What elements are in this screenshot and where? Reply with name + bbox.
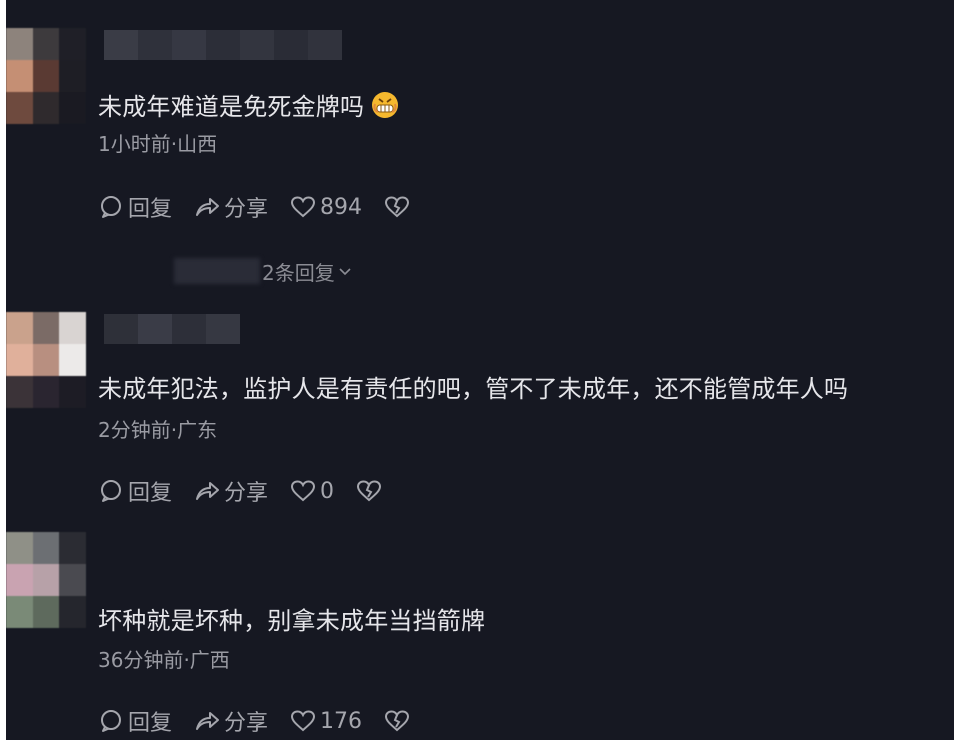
comment-meta: 2分钟前·广东 xyxy=(98,418,218,442)
reply-bubble-icon xyxy=(101,196,121,218)
dislike-button[interactable] xyxy=(356,478,382,504)
avatar-mosaic-cell xyxy=(59,344,86,376)
avatar-mosaic-cell xyxy=(32,532,60,564)
comment-actions: 回复 分享 176 xyxy=(98,706,432,736)
username-mosaic-cell xyxy=(206,314,240,344)
like-button[interactable]: 0 xyxy=(290,478,334,504)
avatar-mosaic-cell xyxy=(6,28,33,60)
share-button[interactable]: 分享 xyxy=(194,191,268,223)
avatar[interactable] xyxy=(6,532,86,628)
username-mosaic-cell xyxy=(240,30,274,60)
avatar-mosaic-cell xyxy=(59,564,86,596)
avatar-mosaic-cell xyxy=(6,92,33,124)
comment-meta: 1小时前·山西 xyxy=(98,132,218,156)
comment-meta: 36分钟前·广西 xyxy=(98,648,230,672)
avatar-mosaic-cell xyxy=(59,532,86,564)
comment-actions: 回复 分享 0 xyxy=(98,476,404,506)
username-mosaic-cell xyxy=(274,30,308,60)
comment-screen: 未成年难道是免死金牌吗 1小时前·山西 回复 分享 894 2条回复 未成年犯法… xyxy=(6,0,954,740)
dislike-button[interactable] xyxy=(384,194,410,220)
heart-icon xyxy=(291,196,316,218)
avatar-mosaic-cell xyxy=(32,376,60,408)
avatar-mosaic-cell xyxy=(6,60,33,92)
share-button[interactable]: 分享 xyxy=(194,705,268,737)
avatar-mosaic-cell xyxy=(32,28,60,60)
username-mosaic-cell xyxy=(104,314,138,344)
broken-heart-icon xyxy=(385,710,410,732)
username-mosaic-cell xyxy=(138,30,172,60)
grimacing-emoji-icon xyxy=(370,90,400,120)
share-arrow-icon xyxy=(196,198,220,216)
avatar-mosaic-cell xyxy=(59,312,86,344)
avatar[interactable] xyxy=(6,312,86,408)
username-mosaic-cell xyxy=(206,30,240,60)
like-count: 894 xyxy=(320,194,363,220)
avatar-mosaic-cell xyxy=(59,596,86,628)
avatar-mosaic-cell xyxy=(59,92,86,124)
avatar-mosaic-cell xyxy=(6,596,33,628)
reply-bubble-icon xyxy=(101,480,121,502)
avatar-mosaic-cell xyxy=(59,376,86,408)
heart-icon xyxy=(291,710,316,732)
username-blurred[interactable] xyxy=(104,314,240,344)
like-count: 176 xyxy=(320,708,363,734)
avatar-mosaic-cell xyxy=(32,344,60,376)
avatar-mosaic-cell xyxy=(32,596,60,628)
avatar-mosaic-cell xyxy=(6,532,33,564)
comment-text: 未成年犯法，监护人是有责任的吧，管不了未成年，还不能管成年人吗 xyxy=(98,375,849,403)
share-arrow-icon xyxy=(196,482,220,500)
username-mosaic-cell xyxy=(172,314,206,344)
dislike-button[interactable] xyxy=(384,708,410,734)
avatar-mosaic-cell xyxy=(59,28,86,60)
avatar-mosaic-cell xyxy=(59,60,86,92)
avatar-mosaic-cell xyxy=(32,312,60,344)
avatar-mosaic-cell xyxy=(6,564,33,596)
reply-bubble-icon xyxy=(101,710,121,732)
reply-button[interactable]: 回复 xyxy=(98,191,172,223)
share-arrow-icon xyxy=(196,712,220,730)
like-button[interactable]: 176 xyxy=(290,708,362,734)
like-button[interactable]: 894 xyxy=(290,194,362,220)
username-blurred[interactable] xyxy=(104,30,342,60)
avatar-mosaic-cell xyxy=(32,564,60,596)
username-mosaic-cell xyxy=(138,314,172,344)
broken-heart-icon xyxy=(357,480,382,502)
heart-icon xyxy=(291,480,316,502)
avatar-mosaic-cell xyxy=(32,92,60,124)
view-replies-toggle[interactable]: 2条回复 xyxy=(174,256,353,286)
reply-button[interactable]: 回复 xyxy=(98,475,172,507)
username-mosaic-cell xyxy=(104,30,138,60)
comment-text: 坏种就是坏种，别拿未成年当挡箭牌 xyxy=(98,607,486,635)
chevron-down-icon xyxy=(339,268,351,276)
comment-text: 未成年难道是免死金牌吗 xyxy=(98,90,400,122)
username-mosaic-cell xyxy=(172,30,206,60)
avatar-mosaic-cell xyxy=(32,60,60,92)
username-mosaic-cell xyxy=(308,30,342,60)
comment-actions: 回复 分享 894 xyxy=(98,192,432,222)
share-button[interactable]: 分享 xyxy=(194,475,268,507)
like-count: 0 xyxy=(320,478,335,504)
broken-heart-icon xyxy=(385,196,410,218)
avatar-mosaic-cell xyxy=(6,312,33,344)
blurred-region xyxy=(174,258,260,284)
avatar-mosaic-cell xyxy=(6,376,33,408)
reply-button[interactable]: 回复 xyxy=(98,705,172,737)
avatar-mosaic-cell xyxy=(6,344,33,376)
avatar[interactable] xyxy=(6,28,86,124)
